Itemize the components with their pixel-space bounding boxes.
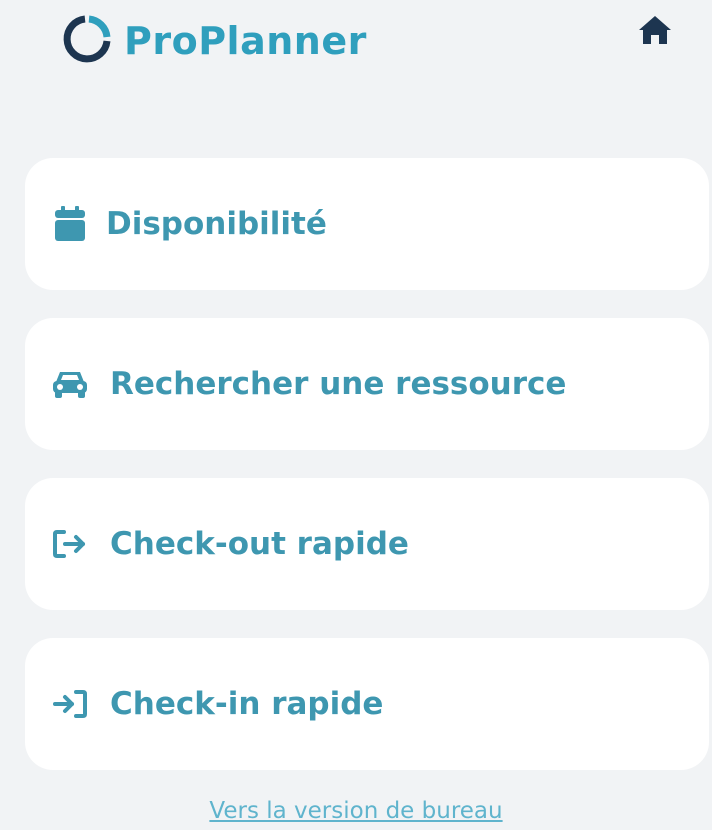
main-menu: Disponibilité Rechercher une ressource C bbox=[25, 158, 709, 798]
brand-logo[interactable]: ProPlanner bbox=[62, 14, 367, 68]
menu-item-availability[interactable]: Disponibilité bbox=[25, 158, 709, 290]
home-icon bbox=[638, 14, 672, 50]
sign-in-icon bbox=[52, 686, 88, 722]
menu-item-label: Check-in rapide bbox=[110, 686, 384, 722]
footer: Vers la version de bureau bbox=[0, 798, 712, 824]
desktop-version-link[interactable]: Vers la version de bureau bbox=[209, 798, 502, 824]
brand-name: ProPlanner bbox=[124, 19, 367, 63]
menu-item-quick-checkout[interactable]: Check-out rapide bbox=[25, 478, 709, 610]
home-button[interactable] bbox=[637, 14, 673, 50]
ring-logo-icon bbox=[62, 14, 112, 68]
car-icon bbox=[52, 366, 88, 402]
sign-out-icon bbox=[52, 526, 88, 562]
menu-item-quick-checkin[interactable]: Check-in rapide bbox=[25, 638, 709, 770]
menu-item-label: Check-out rapide bbox=[110, 526, 409, 562]
menu-item-search-resource[interactable]: Rechercher une ressource bbox=[25, 318, 709, 450]
app-header: ProPlanner bbox=[0, 0, 712, 100]
menu-item-label: Rechercher une ressource bbox=[110, 366, 567, 402]
calendar-icon bbox=[52, 206, 88, 242]
menu-item-label: Disponibilité bbox=[106, 206, 327, 242]
